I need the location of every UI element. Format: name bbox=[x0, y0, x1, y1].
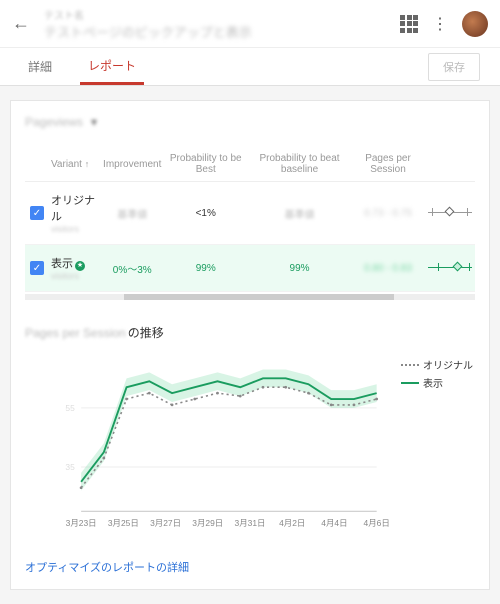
cell-improvement: 基準値 bbox=[117, 210, 147, 221]
col-variant[interactable]: Variant ↑ bbox=[49, 147, 101, 182]
legend-label: 表示 bbox=[423, 375, 443, 390]
chart-title: Pages per Sessionの推移 bbox=[25, 324, 475, 341]
variant-sub: visitors bbox=[51, 224, 99, 234]
page-title: テストページのピックアップと表示 bbox=[44, 22, 400, 41]
svg-text:4月4日: 4月4日 bbox=[321, 518, 347, 528]
legend-swatch-dotted-icon bbox=[401, 364, 419, 366]
variant-name: 表示★ bbox=[51, 255, 99, 271]
row-checkbox[interactable] bbox=[30, 261, 44, 275]
report-card: Pageviews ▾ Variant ↑ Improvement Probab… bbox=[10, 100, 490, 590]
svg-text:4月6日: 4月6日 bbox=[364, 518, 390, 528]
apps-grid-icon[interactable] bbox=[400, 15, 418, 33]
chart-legend: オリジナル 表示 bbox=[401, 357, 473, 393]
col-improvement[interactable]: Improvement bbox=[101, 147, 163, 182]
more-menu-icon[interactable]: ⋮ bbox=[432, 14, 448, 34]
svg-text:3月23日: 3月23日 bbox=[66, 518, 97, 528]
boxplot-icon bbox=[428, 207, 472, 217]
row-checkbox[interactable] bbox=[30, 206, 44, 220]
title-breadcrumb: テスト名 bbox=[44, 7, 400, 22]
variants-table: Variant ↑ Improvement Probability to be … bbox=[25, 147, 475, 292]
cell-improvement: 0%～3% bbox=[113, 265, 152, 276]
back-arrow-icon[interactable]: ← bbox=[12, 13, 30, 34]
avatar[interactable] bbox=[462, 11, 488, 37]
variant-name: オリジナル bbox=[51, 192, 99, 224]
save-button[interactable]: 保存 bbox=[428, 53, 480, 81]
col-pbb[interactable]: Probability to beat baseline bbox=[248, 147, 351, 182]
cell-pbb: 99% bbox=[290, 263, 310, 274]
tab-details[interactable]: 詳細 bbox=[20, 48, 60, 85]
table-row: オリジナル visitors 基準値 <1% 基準値 0.73 - 0.75 bbox=[25, 182, 475, 245]
svg-text:3月29日: 3月29日 bbox=[192, 518, 223, 528]
svg-text:4月2日: 4月2日 bbox=[279, 518, 305, 528]
col-ptb[interactable]: Probability to be Best bbox=[163, 147, 248, 182]
col-pps[interactable]: Pages per Session bbox=[351, 147, 425, 182]
sort-arrow-icon: ↑ bbox=[85, 159, 90, 169]
svg-text:55: 55 bbox=[65, 403, 75, 413]
chevron-down-icon: ▾ bbox=[91, 115, 97, 129]
cell-pbb: 基準値 bbox=[285, 210, 315, 221]
legend-swatch-solid-icon bbox=[401, 382, 419, 384]
cell-ptb: 99% bbox=[196, 263, 216, 274]
page-title-block: テスト名 テストページのピックアップと表示 bbox=[44, 7, 400, 41]
svg-text:35: 35 bbox=[65, 462, 75, 472]
svg-text:3月31日: 3月31日 bbox=[235, 518, 266, 528]
winner-badge-icon: ★ bbox=[75, 261, 85, 271]
cell-pps: 0.80 - 0.83 bbox=[364, 263, 412, 274]
table-row: 表示★ visitors 0%～3% 99% 99% 0.80 - 0.83 bbox=[25, 245, 475, 292]
metric-selector[interactable]: Pageviews ▾ bbox=[25, 115, 475, 129]
svg-text:3月27日: 3月27日 bbox=[150, 518, 181, 528]
boxplot-icon bbox=[428, 262, 472, 272]
legend-label: オリジナル bbox=[423, 357, 473, 372]
metric-label: Pageviews bbox=[25, 115, 83, 129]
tab-report[interactable]: レポート bbox=[80, 48, 144, 85]
cell-pps: 0.73 - 0.75 bbox=[364, 208, 412, 219]
variant-sub: visitors bbox=[51, 271, 99, 281]
trend-chart: オリジナル 表示 35 55 3月23日 3月25日 3月27日 3月29日 3月31日 4月… bbox=[25, 353, 475, 543]
svg-text:3月25日: 3月25日 bbox=[108, 518, 139, 528]
horizontal-scrollbar[interactable] bbox=[25, 294, 475, 300]
report-details-link[interactable]: オプティマイズのレポートの詳細 bbox=[25, 559, 475, 575]
cell-ptb: <1% bbox=[196, 208, 216, 219]
